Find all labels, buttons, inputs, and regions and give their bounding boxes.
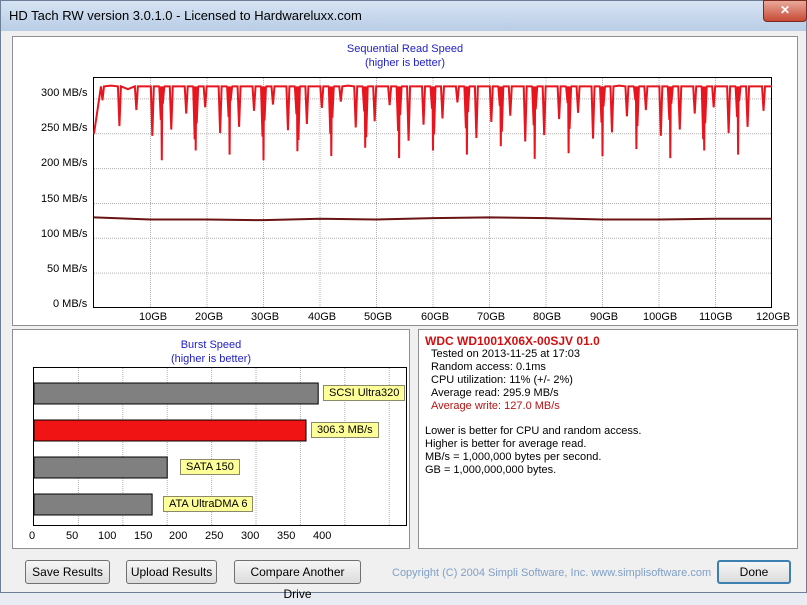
client-area: Sequential Read Speed (higher is better)… <box>9 31 798 601</box>
close-icon[interactable]: ✕ <box>763 0 807 22</box>
seq-x-tick: 40GB <box>308 311 337 323</box>
bar-label: ATA UltraDMA 6 <box>163 496 254 512</box>
burst-x-tick: 0 <box>29 530 36 542</box>
burst-x-tick: 300 <box>241 530 260 542</box>
compare-drive-button[interactable]: Compare Another Drive <box>234 560 361 601</box>
seq-x-tick: 10GB <box>139 311 168 323</box>
tested-on: Tested on 2013-11-25 at 17:03 <box>431 348 581 360</box>
seq-x-tick: 80GB <box>533 311 562 323</box>
burst-bar <box>33 382 319 405</box>
seq-y-tick: 250 MB/s <box>41 122 88 134</box>
burst-x-tick: 250 <box>205 530 224 542</box>
burst-x-tick: 200 <box>169 530 188 542</box>
app-window: HD Tach RW version 3.0.1.0 - Licensed to… <box>0 0 807 601</box>
burst-chart-title: Burst Speed <box>180 339 242 351</box>
bar-label: SATA 150 <box>180 459 240 475</box>
burst-bar <box>33 419 307 442</box>
note-read: Higher is better for average read. <box>425 438 587 450</box>
bar-label: 306.3 MB/s <box>311 422 379 438</box>
note-cpu: Lower is better for CPU and random acces… <box>425 425 642 437</box>
upload-results-button[interactable]: Upload Results <box>126 560 217 584</box>
burst-x-tick: 350 <box>277 530 296 542</box>
burst-x-tick: 400 <box>313 530 332 542</box>
drive-name: WDC WD1001X06X-00SJV 01.0 <box>425 334 600 348</box>
done-button[interactable]: Done <box>717 560 791 584</box>
bar-label: SCSI Ultra320 <box>323 385 406 401</box>
burst-x-tick: 50 <box>66 530 79 542</box>
average-write: Average write: 127.0 MB/s <box>431 400 560 412</box>
save-results-button[interactable]: Save Results <box>25 560 110 584</box>
burst-chart-subtitle: (higher is better) <box>170 353 252 365</box>
seq-x-tick: 60GB <box>421 311 450 323</box>
seq-y-tick: 50 MB/s <box>47 263 88 275</box>
cpu-utilization: CPU utilization: 11% (+/- 2%) <box>431 374 573 386</box>
burst-bar <box>33 493 153 516</box>
sequential-read-panel: Sequential Read Speed (higher is better)… <box>12 36 798 326</box>
seq-x-tick: 110GB <box>699 311 733 323</box>
sequential-read-chart <box>93 77 772 308</box>
seq-y-tick: 200 MB/s <box>41 157 88 169</box>
read-speed-line <box>93 84 772 161</box>
seq-y-tick: 300 MB/s <box>41 87 88 99</box>
average-read: Average read: 295.9 MB/s <box>431 387 559 399</box>
results-panel: WDC WD1001X06X-00SJV 01.0 Tested on 2013… <box>418 329 798 549</box>
title-bar[interactable]: HD Tach RW version 3.0.1.0 - Licensed to… <box>1 0 807 31</box>
seq-y-tick: 100 MB/s <box>41 228 88 240</box>
seq-x-tick: 50GB <box>364 311 393 323</box>
burst-x-tick: 150 <box>134 530 153 542</box>
seq-y-tick: 150 MB/s <box>41 193 88 205</box>
seq-chart-subtitle: (higher is better) <box>364 57 446 69</box>
seq-chart-title: Sequential Read Speed <box>346 43 464 55</box>
copyright: Copyright (C) 2004 Simpli Software, Inc.… <box>392 567 712 579</box>
seq-x-tick: 90GB <box>590 311 619 323</box>
seq-x-tick: 100GB <box>643 311 678 323</box>
random-access: Random access: 0.1ms <box>431 361 546 373</box>
seq-x-tick: 70GB <box>477 311 506 323</box>
burst-speed-panel: Burst Speed (higher is better) SCSI Ultr… <box>12 329 410 549</box>
seq-x-tick: 30GB <box>251 311 280 323</box>
note-gb: GB = 1,000,000,000 bytes. <box>425 464 557 476</box>
window-title: HD Tach RW version 3.0.1.0 - Licensed to… <box>9 8 362 23</box>
note-mbs: MB/s = 1,000,000 bytes per second. <box>425 451 602 463</box>
seq-x-tick: 120GB <box>756 311 791 323</box>
seq-x-tick: 20GB <box>195 311 224 323</box>
burst-x-tick: 100 <box>98 530 117 542</box>
burst-bar <box>33 456 168 479</box>
seq-y-tick: 0 MB/s <box>53 298 88 310</box>
